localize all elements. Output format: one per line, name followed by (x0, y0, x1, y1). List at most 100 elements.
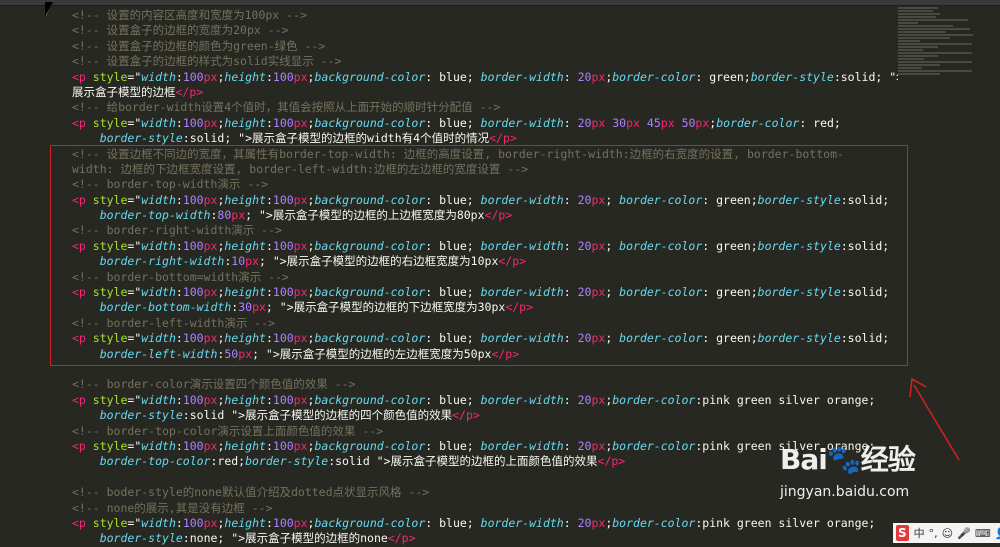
minimap-line (898, 49, 923, 51)
minimap-line (898, 34, 973, 36)
code-token: :red; (210, 454, 246, 469)
code-token: width (141, 515, 176, 530)
code-token: 100 (272, 438, 294, 453)
code-token: : blue; (425, 438, 481, 453)
code-token: width (141, 438, 176, 453)
code-line[interactable]: <!-- 设置盒子的边框的样式为solid实线显示 --> (72, 54, 898, 69)
minimap-line (898, 13, 940, 15)
code-token: =" (127, 392, 142, 407)
code-token: background-color (314, 438, 426, 453)
code-token: <!-- border-color演示设置四个颜色值的效果 --> (72, 377, 356, 392)
code-token: 100 (182, 515, 204, 530)
code-token: 100 (182, 69, 204, 84)
code-line[interactable]: <!-- border-top-color演示设置上面颜色值的效果 --> (72, 424, 898, 439)
code-token: border-color (612, 438, 696, 453)
ime-mic-icon[interactable]: 🎤 (955, 527, 973, 540)
minimap-line (898, 28, 970, 30)
code-token: px (293, 515, 308, 530)
minimap-line (898, 61, 972, 63)
code-token: </p> (452, 408, 480, 423)
ime-emoji-icon[interactable]: ☺ (940, 527, 955, 540)
code-token: 50 (681, 115, 696, 130)
code-token: style (92, 438, 128, 453)
code-token: border-top-color (99, 454, 211, 469)
code-token: 20 (577, 515, 592, 530)
code-line[interactable]: 展示盒子模型的边框</p> (72, 85, 898, 100)
code-token: border-width (480, 515, 564, 530)
code-token: =" (127, 69, 142, 84)
code-token: </p> (597, 454, 626, 469)
code-token: width (141, 392, 176, 407)
code-token: : red; (799, 115, 841, 130)
ime-keyboard-icon[interactable]: ⌨ (973, 527, 993, 540)
editor-top-bar (0, 0, 1000, 6)
minimap-line (898, 43, 972, 45)
ime-toolbar[interactable]: S 中 °, ☺ 🎤 ⌨ 👤 👕 ⊞ (893, 523, 1000, 543)
code-token: <!-- 设置的内容区高度和宽度为100px --> (72, 8, 307, 22)
code-line[interactable]: <!-- none的展示,其是没有边框 --> (72, 501, 898, 516)
code-token: : (563, 438, 578, 453)
minimap-line (898, 31, 946, 33)
code-line[interactable]: <!-- 给border-width设置4个值时，其值会按照从上面开始的顺时针分… (72, 100, 898, 115)
code-token: : (265, 392, 273, 407)
code-token: px (293, 69, 308, 84)
code-token: : (265, 515, 273, 530)
code-line[interactable]: <p style="width:100px;height:100px;backg… (72, 516, 898, 531)
code-token: background-color (314, 392, 426, 407)
code-token: px (293, 115, 308, 130)
code-token: :none; ">展示盒子模型的边框的none (182, 531, 388, 546)
code-token: border-style (99, 531, 183, 546)
code-token: px (591, 115, 606, 130)
code-line[interactable] (72, 470, 898, 485)
minimap-line (898, 58, 924, 60)
code-token: style (92, 115, 128, 130)
code-token: style (92, 69, 128, 84)
ime-mode-item[interactable]: 中 (912, 525, 927, 541)
code-token: : (563, 115, 578, 130)
baidu-watermark: Bai🐾经验 jingyan.baidu.com (780, 438, 916, 500)
code-token: border-style (99, 131, 183, 146)
code-line[interactable]: <!-- 设置盒子的边框的宽度为20px --> (72, 23, 898, 38)
watermark-url: jingyan.baidu.com (780, 484, 910, 500)
code-line[interactable]: <!-- border-color演示设置四个颜色值的效果 --> (72, 377, 898, 392)
ime-punct-item[interactable]: °, (927, 527, 940, 540)
minimap-line (898, 16, 936, 18)
code-line[interactable]: <!-- 设置盒子的边框的颜色为green-绿色 --> (72, 39, 898, 54)
code-token: <!-- none的展示,其是没有边框 --> (72, 500, 273, 515)
code-line[interactable]: <!-- boder-style的none默认值介绍及dotted点状显示风格 … (72, 485, 898, 500)
code-token: <p (72, 392, 93, 407)
code-token: : (265, 438, 273, 453)
minimap-line (898, 52, 972, 54)
code-token: </p> (489, 131, 517, 146)
code-token: px (203, 515, 218, 530)
code-token: : blue; (425, 515, 481, 530)
code-token: : blue; (425, 115, 481, 130)
code-line[interactable]: border-style:solid ">展示盒子模型的边框的四个颜色值的效果<… (72, 408, 898, 423)
sogou-logo-icon[interactable]: S (896, 525, 909, 541)
code-token: background-color (314, 115, 426, 130)
code-token: 20 (577, 438, 592, 453)
minimap-line (898, 37, 950, 39)
code-token: border-width (480, 438, 564, 453)
code-line[interactable]: <p style="width:100px;height:100px;backg… (72, 116, 898, 131)
ime-user-icon[interactable]: 👤 (993, 527, 1000, 540)
code-line[interactable]: <p style="width:100px;height:100px;backg… (72, 70, 898, 85)
code-line[interactable]: <p style="width:100px;height:100px;backg… (72, 393, 898, 408)
minimap[interactable] (898, 6, 978, 126)
code-line[interactable]: border-top-color:red;border-style:solid … (72, 454, 898, 469)
minimap-line (898, 22, 918, 24)
code-token: px (695, 115, 710, 130)
code-token: <!-- 设置盒子的边框的样式为solid实线显示 --> (72, 54, 342, 69)
code-line[interactable]: <!-- 设置的内容区高度和宽度为100px --> (72, 8, 898, 23)
code-line[interactable]: <p style="width:100px;height:100px;backg… (72, 439, 898, 454)
code-token: border-color (716, 115, 800, 130)
code-token: <p (72, 115, 93, 130)
minimap-line (898, 7, 938, 9)
code-token: 100 (272, 115, 294, 130)
code-line[interactable]: border-style:none; ">展示盒子模型的边框的none</p> (72, 531, 898, 546)
watermark-logo: Bai🐾经验 (780, 443, 916, 476)
